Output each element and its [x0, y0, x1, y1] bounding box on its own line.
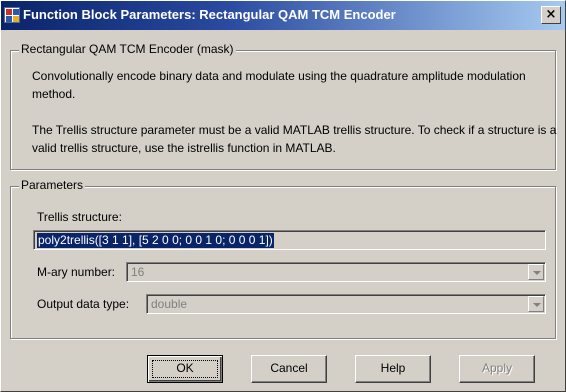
apply-button[interactable]: Apply [459, 355, 535, 383]
mask-description-2: The Trellis structure parameter must be … [32, 123, 557, 155]
mary-number-value: 16 [131, 265, 145, 279]
cancel-button[interactable]: Cancel [251, 355, 327, 383]
mary-number-select[interactable]: 16 [126, 262, 546, 282]
close-button[interactable]: × [541, 6, 561, 24]
title-bar[interactable]: Function Block Parameters: Rectangular Q… [1, 1, 565, 30]
output-data-type-select[interactable]: double [146, 294, 546, 314]
mary-number-label: M-ary number: [37, 265, 116, 279]
simulink-block-icon [4, 7, 20, 23]
dialog-window: Function Block Parameters: Rectangular Q… [0, 0, 566, 392]
chevron-down-icon[interactable] [528, 264, 544, 280]
parameters-group-label: Parameters [19, 178, 86, 192]
window-title: Function Block Parameters: Rectangular Q… [23, 7, 396, 22]
trellis-structure-input[interactable]: poly2trellis([3 1 1], [5 2 0 0; 0 0 1 0;… [33, 230, 546, 250]
ok-button[interactable]: OK [147, 355, 223, 383]
mask-description-1: Convolutionally encode binary data and m… [32, 69, 526, 101]
close-icon: × [545, 7, 557, 22]
help-button[interactable]: Help [355, 355, 431, 383]
output-data-type-label: Output data type: [37, 297, 130, 311]
cancel-button-label: Cancel [270, 361, 308, 375]
focus-rect [152, 360, 218, 378]
trellis-structure-label: Trellis structure: [37, 210, 122, 224]
mask-group-label: Rectangular QAM TCM Encoder (mask) [19, 42, 236, 56]
help-button-label: Help [380, 361, 406, 375]
chevron-down-icon[interactable] [528, 296, 544, 312]
output-data-type-value: double [151, 297, 188, 311]
apply-button-label: Apply [481, 361, 513, 375]
trellis-structure-value: poly2trellis([3 1 1], [5 2 0 0; 0 0 1 0;… [37, 233, 274, 248]
